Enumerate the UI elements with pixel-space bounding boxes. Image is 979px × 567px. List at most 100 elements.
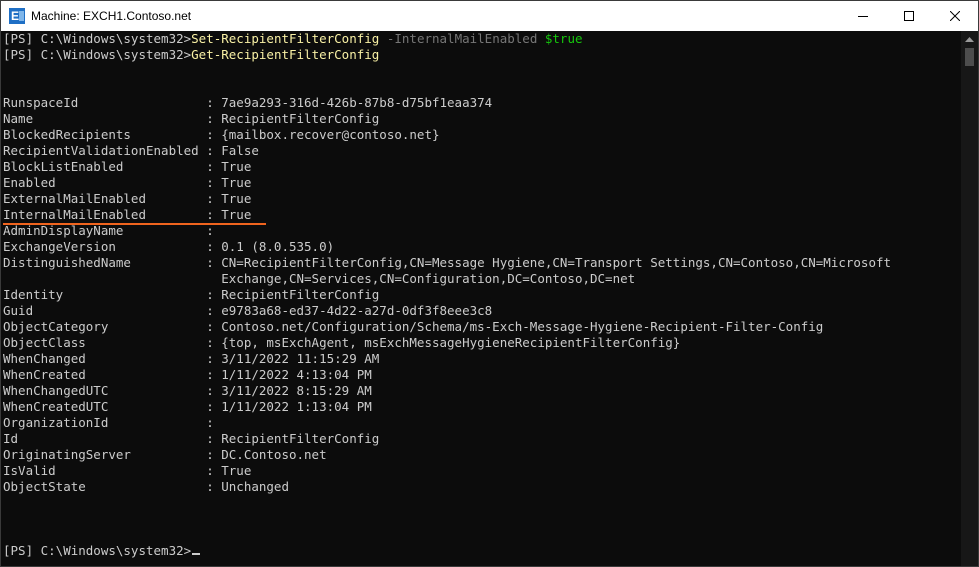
property-value: : 1/11/2022 4:13:04 PM [206, 367, 372, 382]
property-value: : True [206, 175, 252, 190]
property-value: : Contoso.net/Configuration/Schema/ms-Ex… [206, 319, 824, 334]
property-value: : True [206, 207, 252, 222]
property-name: OrganizationId [3, 415, 207, 430]
property-value: : e9783a68-ed37-4d22-a27d-0df3f8eee3c8 [206, 303, 493, 318]
cmdlet: Set-RecipientFilterConfig [191, 31, 380, 46]
console-output[interactable]: [PS] C:\Windows\system32>Set-RecipientFi… [1, 31, 963, 566]
property-row: Exchange,CN=Services,CN=Configuration,DC… [3, 271, 963, 287]
prompt: [PS] C:\Windows\system32> [3, 543, 192, 558]
property-name: WhenChangedUTC [3, 383, 207, 398]
property-row: ExchangeVersion : 0.1 (8.0.535.0) [3, 239, 963, 255]
title-bar[interactable]: Machine: EXCH1.Contoso.net [1, 1, 978, 31]
property-row: RunspaceId : 7ae9a293-316d-426b-87b8-d75… [3, 95, 963, 111]
scroll-up-button[interactable] [961, 31, 978, 48]
property-name: ObjectState [3, 479, 207, 494]
final-prompt-line: [PS] C:\Windows\system32> [3, 543, 963, 559]
property-row: BlockedRecipients : {mailbox.recover@con… [3, 127, 963, 143]
minimize-icon [858, 16, 868, 17]
vertical-scrollbar[interactable] [961, 31, 978, 566]
property-row: Id : RecipientFilterConfig [3, 431, 963, 447]
property-name: ExchangeVersion [3, 239, 207, 254]
property-value: : RecipientFilterConfig [206, 287, 380, 302]
close-icon [950, 11, 960, 21]
property-row: ObjectState : Unchanged [3, 479, 963, 495]
property-value: : {mailbox.recover@contoso.net} [206, 127, 440, 142]
property-row: WhenCreatedUTC : 1/11/2022 1:13:04 PM [3, 399, 963, 415]
property-value: : RecipientFilterConfig [206, 431, 380, 446]
property-value: : 3/11/2022 11:15:29 AM [206, 351, 380, 366]
property-row: DistinguishedName : CN=RecipientFilterCo… [3, 255, 963, 271]
property-value: : DC.Contoso.net [206, 447, 327, 462]
property-value: : Unchanged [206, 479, 289, 494]
property-row: ExternalMailEnabled : True [3, 191, 963, 207]
output-block: RunspaceId : 7ae9a293-316d-426b-87b8-d75… [3, 95, 963, 495]
parameter-value: $true [537, 31, 583, 46]
property-row: AdminDisplayName : [3, 223, 963, 239]
powershell-window: Machine: EXCH1.Contoso.net [PS] C:\Windo… [0, 0, 979, 567]
property-value: Exchange,CN=Services,CN=Configuration,DC… [206, 271, 636, 286]
property-name: IsValid [3, 463, 207, 478]
property-name: ObjectClass [3, 335, 207, 350]
property-name: Enabled [3, 175, 207, 190]
property-value: : True [206, 159, 252, 174]
property-value: : True [206, 463, 252, 478]
property-name: ExternalMailEnabled [3, 191, 207, 206]
prompt: [PS] C:\Windows\system32> [3, 47, 192, 62]
property-row: OrganizationId : [3, 415, 963, 431]
property-row: RecipientValidationEnabled : False [3, 143, 963, 159]
property-name: WhenCreatedUTC [3, 399, 207, 414]
parameter: -InternalMailEnabled [379, 31, 538, 46]
property-row: WhenChanged : 3/11/2022 11:15:29 AM [3, 351, 963, 367]
property-row: Enabled : True [3, 175, 963, 191]
command-line-2: [PS] C:\Windows\system32>Get-RecipientFi… [3, 47, 963, 63]
property-row: Identity : RecipientFilterConfig [3, 287, 963, 303]
property-row: OriginatingServer : DC.Contoso.net [3, 447, 963, 463]
property-value: : [206, 415, 214, 430]
property-value: : CN=RecipientFilterConfig,CN=Message Hy… [206, 255, 892, 270]
property-row: InternalMailEnabled : True [3, 207, 963, 225]
property-name: RunspaceId [3, 95, 207, 110]
close-button[interactable] [932, 1, 978, 31]
property-name: AdminDisplayName [3, 223, 207, 238]
property-name: BlockListEnabled [3, 159, 207, 174]
maximize-button[interactable] [886, 1, 932, 31]
property-name: Identity [3, 287, 207, 302]
property-name: Name [3, 111, 207, 126]
property-row: ObjectCategory : Contoso.net/Configurati… [3, 319, 963, 335]
property-name: Guid [3, 303, 207, 318]
scrollbar-thumb[interactable] [965, 48, 974, 66]
property-row: BlockListEnabled : True [3, 159, 963, 175]
cmdlet: Get-RecipientFilterConfig [191, 47, 380, 62]
text-cursor [192, 553, 201, 555]
property-name [3, 271, 206, 286]
window-title: Machine: EXCH1.Contoso.net [31, 9, 192, 23]
property-name: OriginatingServer [3, 447, 207, 462]
property-name: RecipientValidationEnabled [3, 143, 207, 158]
window-controls [840, 1, 978, 31]
property-value: : [206, 223, 214, 238]
property-row: Name : RecipientFilterConfig [3, 111, 963, 127]
chevron-up-icon [965, 36, 974, 42]
property-value: : 1/11/2022 1:13:04 PM [206, 399, 372, 414]
property-value: : 0.1 (8.0.535.0) [206, 239, 335, 254]
property-value: : {top, msExchAgent, msExchMessageHygien… [206, 335, 681, 350]
property-name: Id [3, 431, 207, 446]
property-name: BlockedRecipients [3, 127, 207, 142]
maximize-icon [904, 11, 914, 21]
property-value: : 7ae9a293-316d-426b-87b8-d75bf1eaa374 [206, 95, 493, 110]
property-name: InternalMailEnabled [3, 207, 207, 222]
minimize-button[interactable] [840, 1, 886, 31]
property-row: Guid : e9783a68-ed37-4d22-a27d-0df3f8eee… [3, 303, 963, 319]
property-name: ObjectCategory [3, 319, 207, 334]
property-row: ObjectClass : {top, msExchAgent, msExchM… [3, 335, 963, 351]
command-line-1: [PS] C:\Windows\system32>Set-RecipientFi… [3, 31, 963, 47]
property-row: WhenChangedUTC : 3/11/2022 8:15:29 AM [3, 383, 963, 399]
property-value: : False [206, 143, 259, 158]
property-row: WhenCreated : 1/11/2022 4:13:04 PM [3, 367, 963, 383]
property-value: : RecipientFilterConfig [206, 111, 380, 126]
